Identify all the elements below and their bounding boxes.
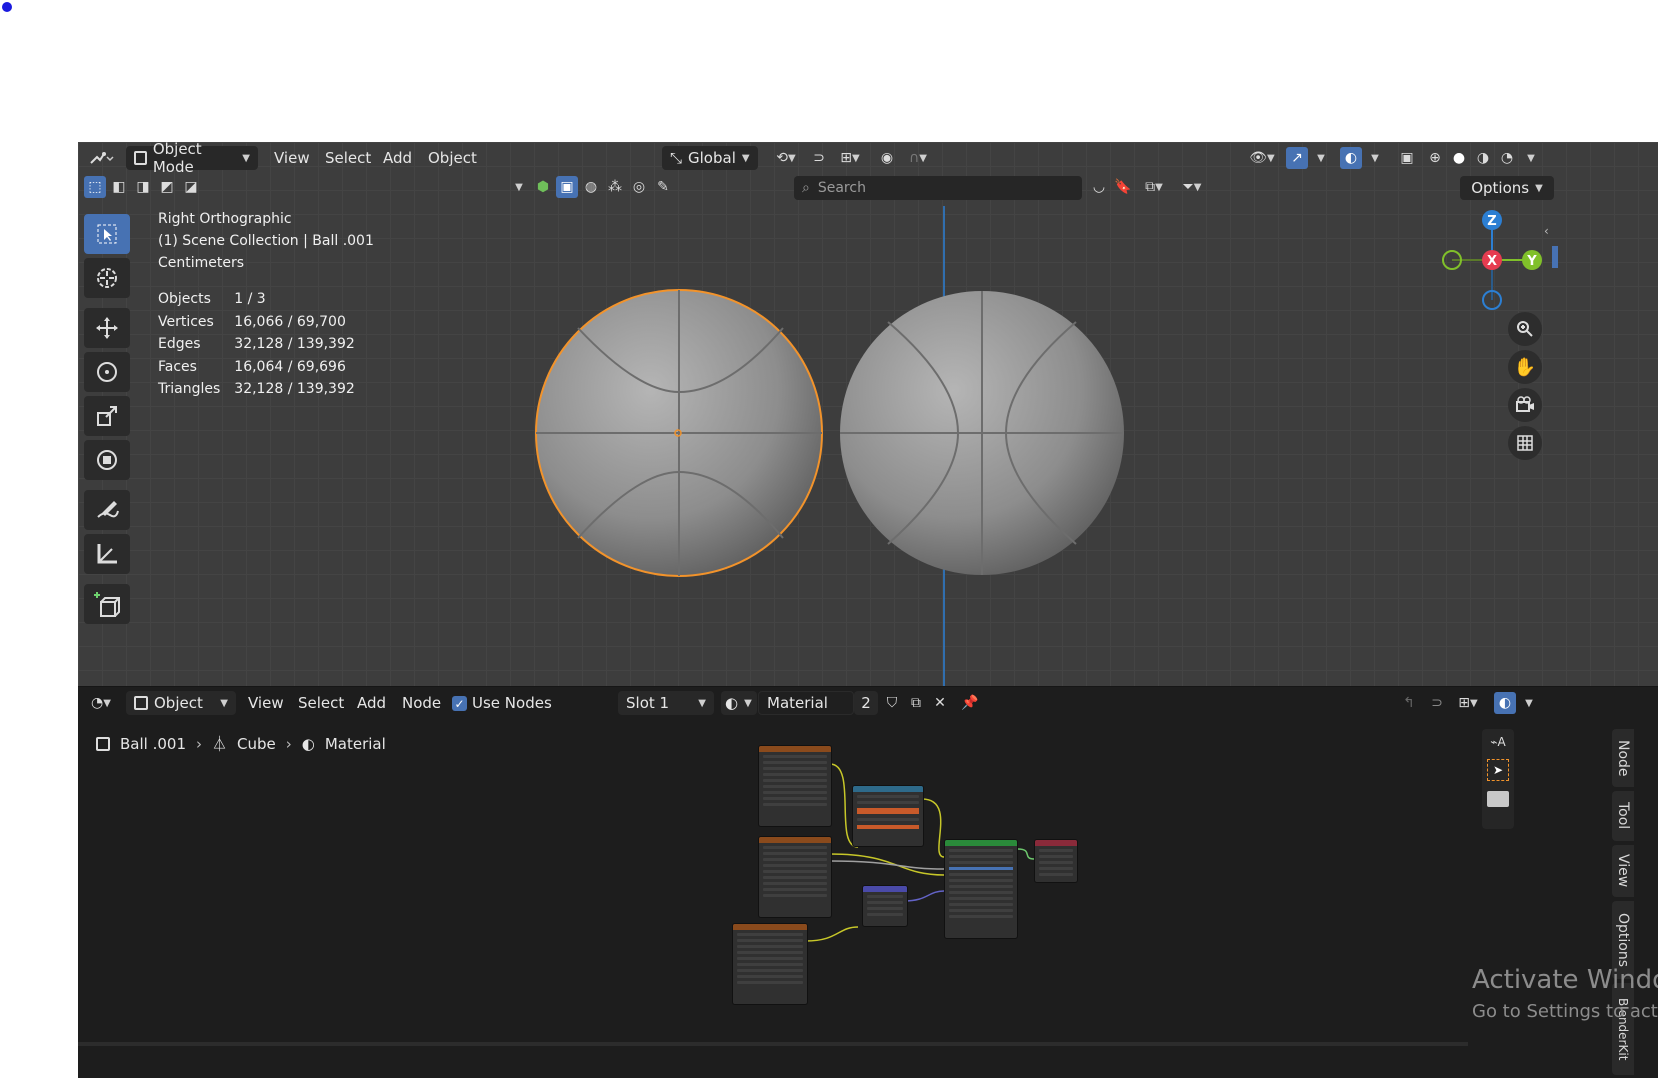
overlays-dropdown-icon[interactable]: ▼ bbox=[1518, 692, 1540, 714]
sidebar-tab-view[interactable]: View bbox=[1612, 845, 1634, 897]
sidebar-collapse-icon[interactable]: ‹ bbox=[1544, 224, 1549, 238]
node-image-texture-roughness[interactable] bbox=[758, 836, 832, 918]
select-box-icon[interactable]: ➤ bbox=[1487, 759, 1509, 781]
annotate-text-icon[interactable]: ⌁A bbox=[1490, 735, 1505, 749]
sidebar-tab-node[interactable]: Node bbox=[1612, 729, 1634, 787]
ball-selected[interactable] bbox=[535, 289, 823, 577]
navigation-gizmo[interactable]: Z X Y bbox=[1438, 204, 1548, 314]
ortho-grid-icon[interactable] bbox=[1508, 426, 1542, 460]
blender-window: Object Mode ▼ View Select Add Object ⤡ G… bbox=[78, 142, 1658, 1078]
node-image-texture-baking[interactable] bbox=[732, 923, 808, 1005]
shader-node-editor[interactable]: ◔ ▼ Object ▼ View Select Add Node ✓ Use N… bbox=[78, 686, 1658, 1078]
node-normal-map[interactable] bbox=[862, 885, 908, 927]
axis-x-label: X bbox=[1487, 254, 1497, 269]
sidebar-tab-tool[interactable]: Tool bbox=[1612, 791, 1634, 841]
node-preview-icon[interactable] bbox=[1487, 791, 1509, 807]
sidebar-edge-marker bbox=[1552, 246, 1558, 268]
node-principled-bsdf[interactable] bbox=[944, 839, 1018, 939]
node-color-ramp[interactable] bbox=[852, 785, 924, 847]
ball-unselected[interactable] bbox=[840, 291, 1124, 575]
cursor-dot bbox=[2, 2, 12, 12]
sidebar-tab-blenderkit[interactable]: BlenderKit bbox=[1612, 983, 1634, 1075]
camera-view-icon[interactable] bbox=[1508, 388, 1542, 422]
scene-canvas bbox=[535, 206, 1124, 686]
3d-viewport[interactable]: Object Mode ▼ View Select Add Object ⤡ G… bbox=[78, 142, 1658, 686]
watermark-title: Activate Windows bbox=[1472, 965, 1658, 995]
overlays-toggle-icon[interactable]: ◐ bbox=[1494, 692, 1516, 714]
watermark-subtitle: Go to Settings to activate Windows. bbox=[1472, 1001, 1658, 1022]
node-region-toolbar: ⌁A ➤ bbox=[1482, 729, 1514, 829]
axis-z-label: Z bbox=[1487, 214, 1496, 229]
node-image-texture-color[interactable] bbox=[758, 745, 832, 827]
node-material-output[interactable] bbox=[1034, 839, 1078, 883]
horizontal-scrollbar[interactable] bbox=[78, 1042, 1468, 1046]
axis-y-label: Y bbox=[1526, 254, 1537, 269]
zoom-icon[interactable] bbox=[1508, 312, 1542, 346]
pan-hand-icon[interactable]: ✋ bbox=[1508, 350, 1542, 384]
